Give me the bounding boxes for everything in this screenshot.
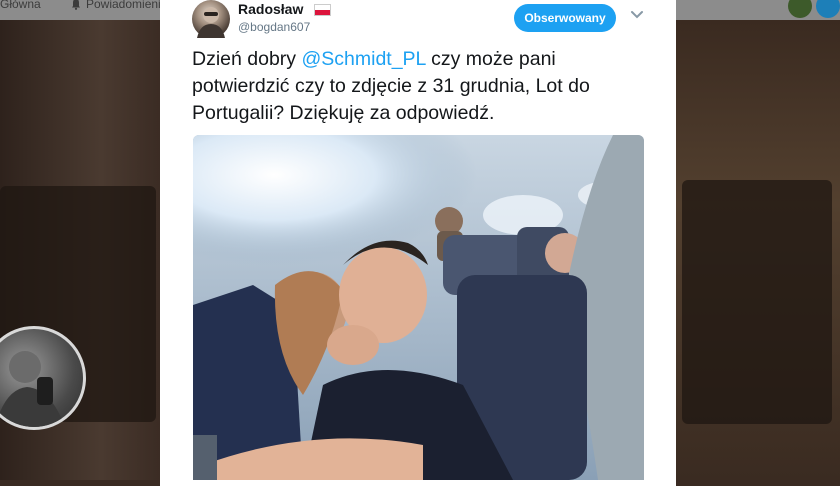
bell-icon (72, 0, 80, 10)
nav-tweet-button[interactable] (816, 0, 840, 18)
nav-home-label: Główna (0, 0, 41, 11)
nav-notifications-label: Powiadomienia (86, 0, 168, 11)
following-button[interactable]: Obserwowany (514, 4, 616, 32)
author-avatar-image (197, 7, 225, 38)
nav-home[interactable]: Główna (0, 0, 41, 11)
nav-avatar-button[interactable] (788, 0, 812, 18)
tweet-photo[interactable] (193, 135, 644, 480)
background-seat-shape (682, 180, 832, 424)
author-name[interactable]: Radosław (238, 1, 303, 17)
profile-avatar-image (0, 351, 65, 427)
tweet-card: Radosław @bogdan607 Obserwowany Dzień do… (160, 0, 676, 486)
background-photo-right (676, 20, 840, 480)
polish-flag-icon (314, 4, 331, 16)
tweet-text-before: Dzień dobry (192, 48, 302, 70)
author-handle[interactable]: @bogdan607 (238, 20, 310, 34)
nav-notifications[interactable]: Powiadomienia (70, 0, 167, 11)
chevron-down-icon[interactable] (630, 7, 644, 21)
airplane-cabin-photo (193, 135, 644, 480)
mention-link[interactable]: @Schmidt_PL (301, 48, 425, 70)
author-avatar[interactable] (192, 0, 230, 38)
tweet-text: Dzień dobry @Schmidt_PL czy może pani po… (192, 46, 652, 127)
